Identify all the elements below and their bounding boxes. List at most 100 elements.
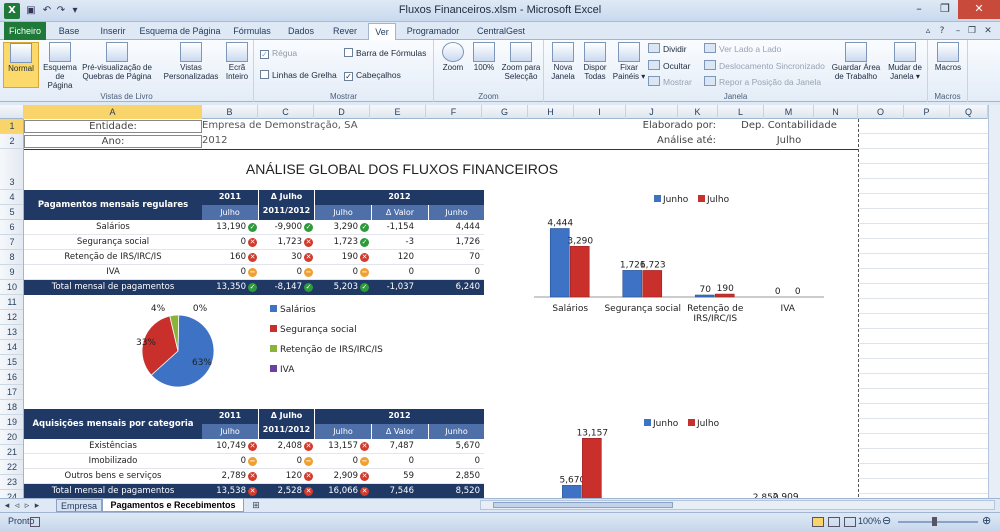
sheet-tab-pagamentos[interactable]: Pagamentos e Recebimentos <box>102 499 244 512</box>
row-header-17[interactable]: 17 <box>0 385 23 400</box>
new-window-button[interactable]: Nova Janela <box>548 42 578 88</box>
page-break-icon[interactable] <box>844 517 856 527</box>
page-break-preview-button[interactable]: Pré-visualização de Quebras de Página <box>80 42 154 88</box>
column-header-g[interactable]: G <box>482 105 528 119</box>
column-header-k[interactable]: K <box>678 105 718 119</box>
tab-rever[interactable]: Rever <box>326 23 364 40</box>
row-header-22[interactable]: 22 <box>0 460 23 475</box>
unhide-button[interactable]: Mostrar <box>648 76 692 87</box>
row-header-21[interactable]: 21 <box>0 445 23 460</box>
zoom-slider-thumb[interactable] <box>932 517 937 526</box>
row-header-9[interactable]: 9 <box>0 265 23 280</box>
horizontal-scroll-thumb[interactable] <box>493 502 673 508</box>
page-layout-icon[interactable] <box>828 517 840 527</box>
insert-sheet-icon[interactable]: ⊞ <box>248 499 264 512</box>
page-layout-view-button[interactable]: Esquema de Página <box>42 42 78 90</box>
zoom-selection-button[interactable]: Zoom para Selecção <box>500 42 542 88</box>
row-header-19[interactable]: 19 <box>0 415 23 430</box>
row-header-13[interactable]: 13 <box>0 325 23 340</box>
first-sheet-icon[interactable]: ◂ <box>2 499 12 512</box>
bar-julho[interactable] <box>569 245 590 298</box>
row-header-11[interactable]: 11 <box>0 295 23 310</box>
row-header-2[interactable]: 2 <box>0 134 23 149</box>
table-row[interactable]: Salários 13,190 -9,900 3,290 -1,154 4,444 ✓ ✓ ✓ <box>24 220 484 235</box>
row-header-23[interactable]: 23 <box>0 475 23 490</box>
row-header-3[interactable]: 3 <box>0 149 23 190</box>
zoom-level[interactable]: 100% <box>858 516 881 526</box>
row-header-4[interactable]: 4 <box>0 190 23 205</box>
payments-bar-chart[interactable]: Junho Julho4,4443,290Salários1,7261,723Se… <box>504 187 834 337</box>
column-header-e[interactable]: E <box>370 105 426 119</box>
column-header-o[interactable]: O <box>858 105 904 119</box>
zoom-100-button[interactable]: 100% <box>470 42 498 88</box>
column-header-h[interactable]: H <box>528 105 574 119</box>
ruler-checkbox[interactable]: ✓ Régua <box>260 48 297 59</box>
table-total-row[interactable]: Total mensal de pagamentos 13,538 2,528 16,… <box>24 484 484 499</box>
column-header-d[interactable]: D <box>314 105 370 119</box>
row-header-15[interactable]: 15 <box>0 355 23 370</box>
table-row[interactable]: Imobilizado 0 0 0 0 0− − − <box>24 454 484 469</box>
column-header-m[interactable]: M <box>764 105 814 119</box>
workbook-close-icon[interactable]: ✕ <box>982 25 994 37</box>
ribbon-minimize-icon[interactable]: ▵ <box>922 25 934 37</box>
bar-junho[interactable] <box>694 294 715 298</box>
row-header-10[interactable]: 10 <box>0 280 23 295</box>
next-sheet-icon[interactable]: ▹ <box>22 499 32 512</box>
row-header-16[interactable]: 16 <box>0 370 23 385</box>
bar-julho[interactable] <box>642 270 663 298</box>
macros-button[interactable]: Macros <box>931 42 965 88</box>
formula-bar-checkbox[interactable]: Barra de Fórmulas <box>344 48 426 58</box>
sheet-tab-empresa[interactable]: Empresa <box>56 499 102 512</box>
help-icon[interactable]: ? <box>936 25 948 37</box>
sync-scroll-button[interactable]: Deslocamento Sincronizado <box>704 60 825 71</box>
maximize-icon[interactable]: ❐ <box>932 0 958 19</box>
worksheet[interactable]: Entidade: Empresa de Demonstração, SA An… <box>24 119 1000 512</box>
horizontal-scrollbar[interactable] <box>480 500 995 510</box>
tab-centralgest[interactable]: CentralGest <box>470 23 532 40</box>
payments-pie-chart[interactable]: 63% 33% 4% 0% Salários Segurança social Retenç… <box>100 299 400 399</box>
column-header-j[interactable]: J <box>626 105 678 119</box>
table-total-row[interactable]: Total mensal de pagamentos 13,350 -8,147 5,… <box>24 280 484 295</box>
tab-programador[interactable]: Programador <box>402 23 464 40</box>
freeze-panes-button[interactable]: Fixar Painéis ▾ <box>612 42 646 88</box>
custom-views-button[interactable]: Vistas Personalizadas <box>162 42 220 88</box>
macro-record-icon[interactable] <box>30 517 40 527</box>
last-sheet-icon[interactable]: ▸ <box>32 499 42 512</box>
zoom-in-icon[interactable]: ⊕ <box>982 514 991 527</box>
headings-checkbox[interactable]: ✓ Cabeçalhos <box>344 70 401 81</box>
tab-inserir[interactable]: Inserir <box>92 23 134 40</box>
column-header-b[interactable]: B <box>202 105 258 119</box>
column-header-f[interactable]: F <box>426 105 482 119</box>
bar-junho[interactable] <box>622 270 643 298</box>
row-header-18[interactable]: 18 <box>0 400 23 415</box>
tab-ficheiro[interactable]: Ficheiro <box>4 22 46 40</box>
vertical-scrollbar[interactable] <box>988 105 1000 498</box>
save-workspace-button[interactable]: Guardar Área de Trabalho <box>830 42 882 88</box>
column-header-i[interactable]: I <box>574 105 626 119</box>
minimize-icon[interactable]: – <box>906 0 932 19</box>
row-header-14[interactable]: 14 <box>0 340 23 355</box>
unused-columns-area[interactable] <box>859 119 1000 512</box>
row-header-5[interactable]: 5 <box>0 205 23 220</box>
prev-sheet-icon[interactable]: ◃ <box>12 499 22 512</box>
column-header-p[interactable]: P <box>904 105 950 119</box>
tab-ver[interactable]: Ver <box>368 23 396 41</box>
column-header-q[interactable]: Q <box>950 105 988 119</box>
gridlines-checkbox[interactable]: Linhas de Grelha <box>260 70 337 80</box>
workbook-restore-icon[interactable]: ❐ <box>966 25 978 37</box>
normal-view-button[interactable]: Normal <box>3 42 39 88</box>
reset-window-position-button[interactable]: Repor a Posição da Janela <box>704 76 821 87</box>
tab-dados[interactable]: Dados <box>282 23 320 40</box>
hide-button[interactable]: Ocultar <box>648 60 690 71</box>
tab-base[interactable]: Base <box>52 23 86 40</box>
row-header-20[interactable]: 20 <box>0 430 23 445</box>
view-side-by-side-button[interactable]: Ver Lado a Lado <box>704 43 781 54</box>
zoom-out-icon[interactable]: ⊖ <box>882 514 891 527</box>
column-header-l[interactable]: L <box>718 105 764 119</box>
table-row[interactable]: Retenção de IRS/IRC/IS 160 30 190 120 70 ✕ ✕ ✕ <box>24 250 484 265</box>
close-icon[interactable]: ✕ <box>958 0 1000 19</box>
row-header-6[interactable]: 6 <box>0 220 23 235</box>
tab-formulas[interactable]: Fórmulas <box>226 23 278 40</box>
row-header-7[interactable]: 7 <box>0 235 23 250</box>
split-button[interactable]: Dividir <box>648 43 687 54</box>
